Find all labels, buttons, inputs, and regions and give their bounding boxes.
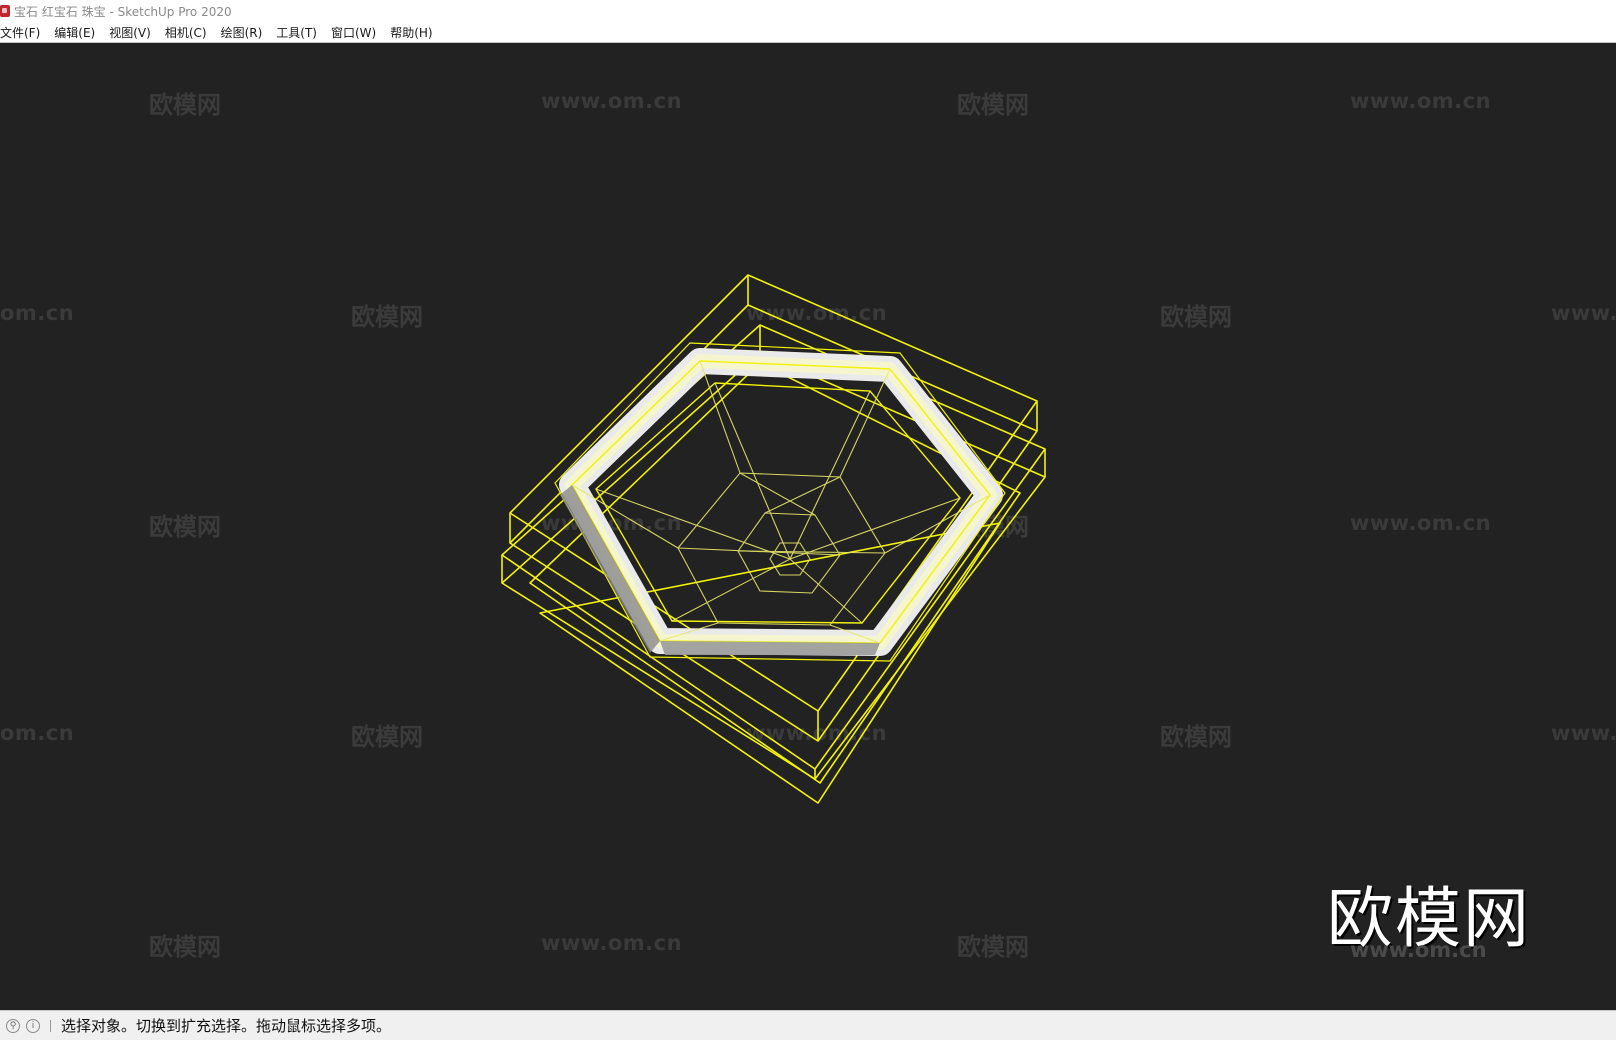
menu-file[interactable]: 文件(F)	[0, 24, 47, 41]
title-bar: 宝石 红宝石 珠宝 - SketchUp Pro 2020	[0, 0, 1616, 22]
status-bar: ⚲ i 选择对象。切换到扩充选择。拖动鼠标选择多项。	[0, 1010, 1616, 1040]
menu-edit[interactable]: 编辑(E)	[47, 24, 102, 41]
menu-bar: 文件(F) 编辑(E) 视图(V) 相机(C) 绘图(R) 工具(T) 窗口(W…	[0, 22, 1616, 43]
status-separator	[50, 1019, 51, 1032]
menu-camera[interactable]: 相机(C)	[158, 24, 214, 41]
info-icon[interactable]: i	[26, 1018, 40, 1033]
geo-location-icon[interactable]: ⚲	[6, 1018, 20, 1033]
model-viewport[interactable]: 欧模网 www.om.cn 欧模网 www.om.cn om.cn 欧模网 ww…	[0, 43, 1616, 1010]
menu-tools[interactable]: 工具(T)	[269, 24, 324, 41]
menu-view[interactable]: 视图(V)	[102, 24, 158, 41]
brand-logo-url: www.om.cn	[1350, 938, 1487, 962]
menu-help[interactable]: 帮助(H)	[383, 24, 439, 41]
menu-window[interactable]: 窗口(W)	[324, 24, 383, 41]
menu-draw[interactable]: 绘图(R)	[214, 24, 270, 41]
window-title: 宝石 红宝石 珠宝 - SketchUp Pro 2020	[14, 4, 232, 19]
status-message: 选择对象。切换到扩充选择。拖动鼠标选择多项。	[61, 1017, 392, 1035]
sketchup-app-icon[interactable]	[0, 5, 10, 17]
